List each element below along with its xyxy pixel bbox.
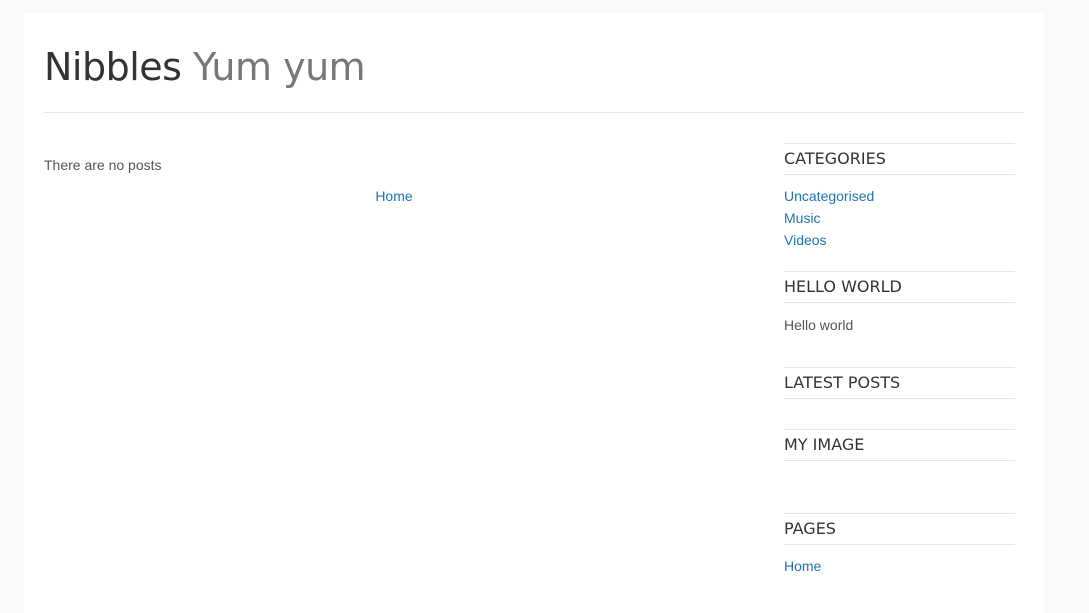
list-item: Videos bbox=[784, 229, 1015, 251]
categories-list: Uncategorised Music Videos bbox=[784, 185, 1015, 251]
list-item: Uncategorised bbox=[784, 185, 1015, 207]
page-container: Nibbles Yum yum There are no posts Home … bbox=[24, 13, 1044, 613]
site-title[interactable]: Nibbles Yum yum bbox=[44, 43, 366, 91]
list-item: Home bbox=[784, 555, 1015, 577]
home-link[interactable]: Home bbox=[375, 188, 412, 204]
widget-categories: CATEGORIES Uncategorised Music Videos bbox=[784, 143, 1015, 251]
category-link-music[interactable]: Music bbox=[784, 210, 821, 226]
categories-body: Uncategorised Music Videos bbox=[784, 175, 1015, 251]
widget-title-hello-world: HELLO WORLD bbox=[784, 271, 1015, 303]
pages-list: Home bbox=[784, 555, 1015, 577]
category-link-videos[interactable]: Videos bbox=[784, 232, 827, 248]
site-tagline: Yum yum bbox=[193, 45, 366, 89]
hello-world-text: Hello world bbox=[784, 317, 854, 333]
empty-posts-message: There are no posts bbox=[44, 157, 162, 173]
hello-world-body: Hello world bbox=[784, 303, 1015, 336]
widget-my-image: MY IMAGE bbox=[784, 429, 1015, 461]
widget-title-categories: CATEGORIES bbox=[784, 143, 1015, 175]
page-link-home[interactable]: Home bbox=[784, 558, 821, 574]
content-nav: Home bbox=[44, 187, 744, 205]
site-name[interactable]: Nibbles bbox=[44, 45, 182, 89]
widget-title-latest-posts: LATEST POSTS bbox=[784, 367, 1015, 399]
widget-title-my-image: MY IMAGE bbox=[784, 429, 1015, 461]
widget-title-pages: PAGES bbox=[784, 513, 1015, 545]
widget-hello-world: HELLO WORLD Hello world bbox=[784, 271, 1015, 336]
widget-pages: PAGES Home bbox=[784, 513, 1015, 577]
pages-body: Home bbox=[784, 545, 1015, 577]
list-item: Music bbox=[784, 207, 1015, 229]
site-header: Nibbles Yum yum bbox=[44, 13, 1024, 113]
widget-latest-posts: LATEST POSTS bbox=[784, 367, 1015, 399]
category-link-uncategorised[interactable]: Uncategorised bbox=[784, 188, 874, 204]
